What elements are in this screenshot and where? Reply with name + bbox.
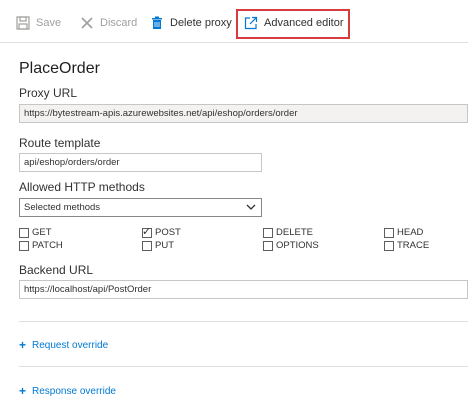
method-checkbox-head[interactable]: HEAD	[384, 227, 423, 238]
delete-proxy-button[interactable]: Delete proxy	[150, 14, 232, 32]
method-checkbox-get[interactable]: GET	[19, 227, 52, 238]
chevron-down-icon	[246, 199, 256, 222]
save-button[interactable]: Save	[16, 14, 61, 32]
proxy-url-field[interactable]: https://bytestream-apis.azurewebsites.ne…	[19, 104, 468, 123]
method-checkbox-patch[interactable]: PATCH	[19, 240, 63, 251]
divider	[19, 321, 468, 322]
discard-label: Discard	[100, 17, 138, 29]
backend-url-label: Backend URL	[19, 263, 94, 277]
checkbox[interactable]	[384, 240, 394, 251]
allowed-methods-value: Selected methods	[24, 202, 101, 213]
checkbox[interactable]	[19, 227, 29, 238]
checkbox[interactable]	[263, 240, 273, 251]
backend-url-input[interactable]: https://localhost/api/PostOrder	[19, 280, 468, 299]
save-label: Save	[36, 17, 62, 29]
close-icon	[80, 16, 94, 30]
response-override-link[interactable]: + Response override	[19, 384, 116, 398]
response-override-label: Response override	[32, 385, 116, 397]
method-checkbox-put[interactable]: PUT	[142, 240, 174, 251]
allowed-methods-label: Allowed HTTP methods	[19, 180, 145, 194]
page-title: PlaceOrder	[19, 60, 100, 77]
route-template-input[interactable]: api/eshop/orders/order	[19, 153, 262, 172]
checkbox[interactable]	[142, 240, 152, 251]
divider	[19, 366, 468, 367]
highlight-box	[236, 9, 350, 39]
method-checkbox-options[interactable]: OPTIONS	[263, 240, 319, 251]
allowed-methods-dropdown[interactable]: Selected methods	[19, 198, 262, 217]
trash-icon	[150, 16, 164, 30]
method-label: PATCH	[32, 240, 63, 251]
delete-proxy-label: Delete proxy	[170, 17, 232, 29]
request-override-link[interactable]: + Request override	[19, 338, 108, 352]
checkbox[interactable]	[384, 227, 394, 238]
method-label: DELETE	[276, 227, 313, 238]
method-checkbox-post[interactable]: ✓ POST	[142, 225, 181, 238]
method-label: TRACE	[397, 240, 430, 251]
request-override-label: Request override	[32, 339, 109, 351]
checkmark-icon: ✓	[142, 225, 152, 238]
method-checkbox-delete[interactable]: DELETE	[263, 227, 313, 238]
discard-button[interactable]: Discard	[80, 14, 137, 32]
method-label: PUT	[155, 240, 174, 251]
command-bar: Save Discard Delete proxy Advanced edito…	[0, 0, 468, 43]
proxy-url-label: Proxy URL	[19, 86, 78, 100]
method-checkbox-trace[interactable]: TRACE	[384, 240, 429, 251]
checkbox[interactable]	[19, 240, 29, 251]
method-label: OPTIONS	[276, 240, 319, 251]
save-icon	[16, 16, 30, 30]
plus-icon: +	[19, 384, 27, 398]
method-label: GET	[32, 227, 52, 238]
checkbox[interactable]: ✓	[142, 225, 152, 238]
method-label: HEAD	[397, 227, 424, 238]
checkbox[interactable]	[263, 227, 273, 238]
method-label: POST	[155, 227, 181, 238]
plus-icon: +	[19, 338, 27, 352]
route-template-label: Route template	[19, 136, 101, 150]
